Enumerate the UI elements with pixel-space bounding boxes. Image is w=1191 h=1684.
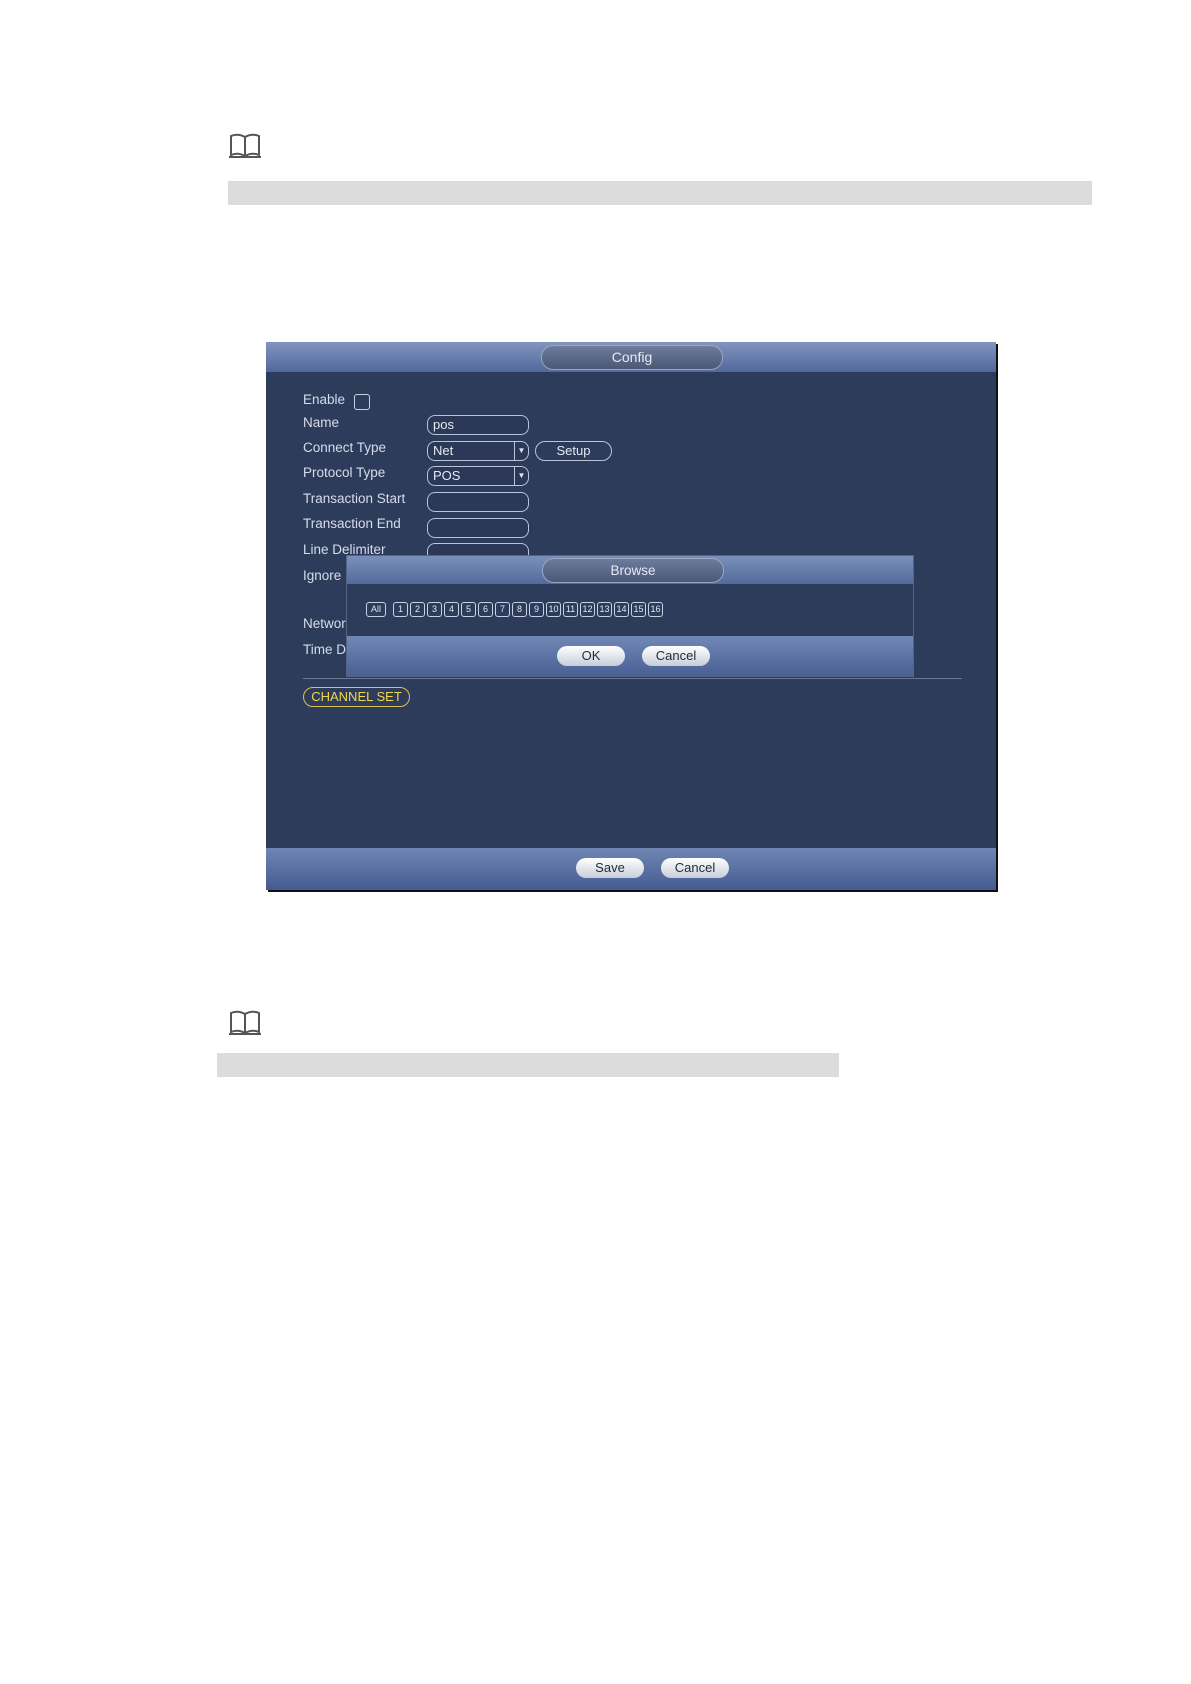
time-label: Time D bbox=[303, 642, 346, 657]
channel-checkbox[interactable]: 15 bbox=[631, 602, 646, 617]
protocol-type-label: Protocol Type bbox=[303, 465, 386, 480]
enable-label: Enable bbox=[303, 392, 346, 407]
connect-type-select[interactable]: Net ▼ bbox=[427, 441, 529, 461]
config-title-bar: Config bbox=[266, 342, 996, 372]
dropdown-arrow-icon: ▼ bbox=[514, 442, 528, 460]
note-highlight-bar bbox=[228, 181, 1092, 205]
browse-cancel-button[interactable]: Cancel bbox=[642, 646, 710, 666]
divider bbox=[303, 678, 962, 679]
connect-type-label: Connect Type bbox=[303, 440, 387, 455]
channel-checkbox[interactable]: 8 bbox=[512, 602, 527, 617]
ignore-label: Ignore bbox=[303, 568, 342, 583]
connect-type-value: Net bbox=[433, 443, 454, 458]
channel-checkbox[interactable]: 12 bbox=[580, 602, 595, 617]
channel-checkbox[interactable]: 10 bbox=[546, 602, 561, 617]
note-highlight-bar bbox=[217, 1053, 839, 1077]
channel-all-checkbox[interactable]: All bbox=[366, 602, 386, 617]
save-button[interactable]: Save bbox=[576, 858, 644, 878]
channel-checkbox[interactable]: 9 bbox=[529, 602, 544, 617]
config-button-bar: Save Cancel bbox=[266, 848, 996, 890]
channel-checkbox[interactable]: 4 bbox=[444, 602, 459, 617]
channel-checkbox[interactable]: 6 bbox=[478, 602, 493, 617]
book-icon bbox=[229, 133, 261, 158]
browse-dialog: Browse All 1 2 3 4 5 6 7 8 9 10 11 12 13… bbox=[347, 556, 913, 676]
book-icon bbox=[229, 1010, 261, 1035]
channel-checkbox[interactable]: 1 bbox=[393, 602, 408, 617]
channel-checkbox[interactable]: 16 bbox=[648, 602, 663, 617]
dropdown-arrow-icon: ▼ bbox=[514, 467, 528, 485]
protocol-type-value: POS bbox=[433, 468, 461, 483]
channel-checkbox[interactable]: 13 bbox=[597, 602, 612, 617]
transaction-start-input[interactable] bbox=[427, 492, 529, 512]
transaction-end-label: Transaction End bbox=[303, 516, 401, 531]
browse-title-bar: Browse bbox=[347, 556, 913, 584]
channel-checkbox[interactable]: 5 bbox=[461, 602, 476, 617]
network-label: Networ bbox=[303, 616, 346, 631]
name-input[interactable]: pos bbox=[427, 415, 529, 435]
protocol-type-select[interactable]: POS ▼ bbox=[427, 466, 529, 486]
channel-checkbox-row: All 1 2 3 4 5 6 7 8 9 10 11 12 13 14 15 … bbox=[366, 602, 663, 617]
channel-checkbox[interactable]: 7 bbox=[495, 602, 510, 617]
browse-button-bar: OK Cancel bbox=[347, 636, 913, 676]
config-window: Config Enable Name pos Connect Type Net … bbox=[266, 342, 996, 890]
channel-set-button[interactable]: CHANNEL SET bbox=[303, 687, 410, 707]
config-title: Config bbox=[541, 345, 723, 370]
enable-checkbox[interactable] bbox=[354, 394, 370, 410]
cancel-button[interactable]: Cancel bbox=[661, 858, 729, 878]
channel-checkbox[interactable]: 2 bbox=[410, 602, 425, 617]
transaction-end-input[interactable] bbox=[427, 518, 529, 538]
channel-checkbox[interactable]: 11 bbox=[563, 602, 578, 617]
transaction-start-label: Transaction Start bbox=[303, 491, 406, 506]
browse-title: Browse bbox=[542, 558, 724, 583]
name-label: Name bbox=[303, 415, 340, 430]
line-delimiter-label: Line Delimiter bbox=[303, 542, 386, 557]
ok-button[interactable]: OK bbox=[557, 646, 625, 666]
channel-checkbox[interactable]: 3 bbox=[427, 602, 442, 617]
channel-checkbox[interactable]: 14 bbox=[614, 602, 629, 617]
setup-button[interactable]: Setup bbox=[535, 441, 612, 461]
